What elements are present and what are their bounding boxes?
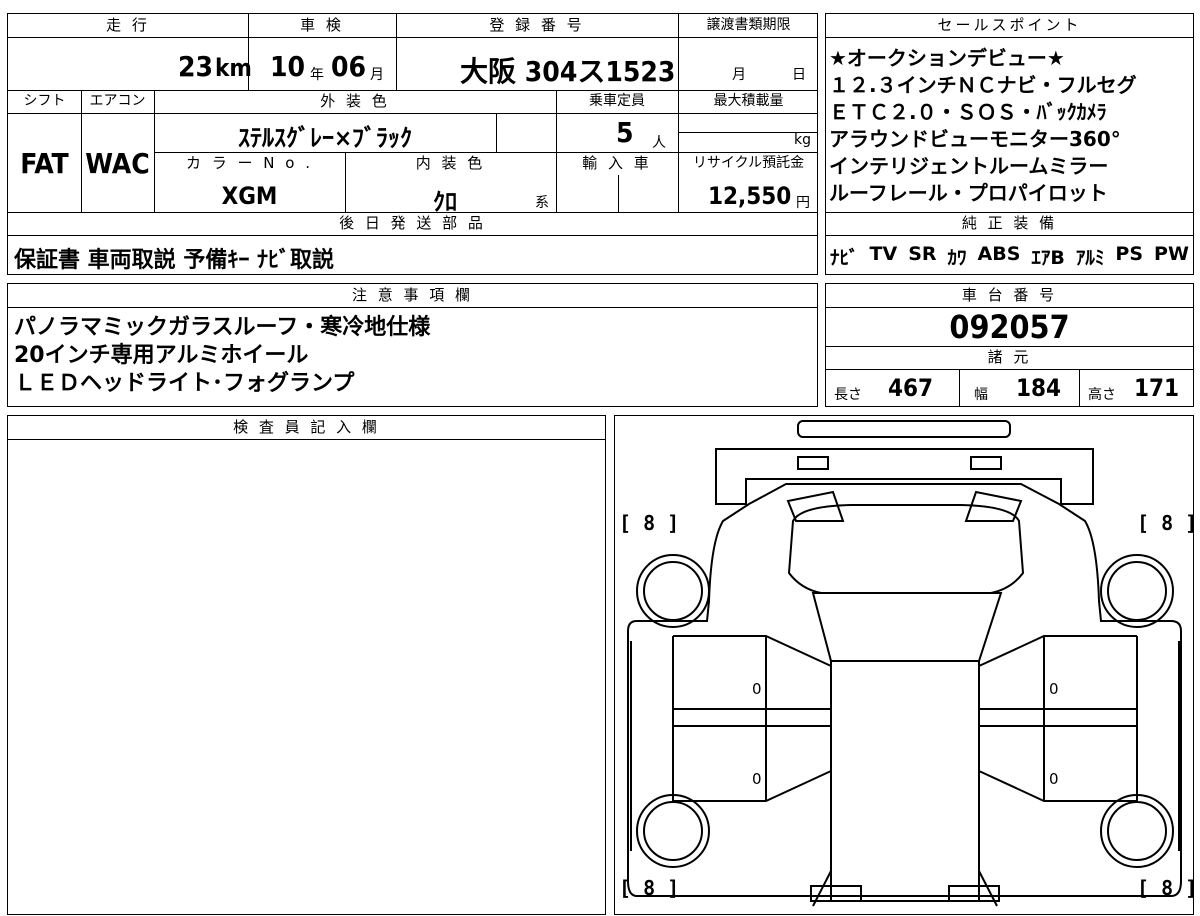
notes-line: パノラマミックガラスルーフ・寒冷地仕様 (14, 315, 431, 340)
equipment-label: 純 正 装 備 (961, 214, 1058, 232)
exterior-color-value: ｽﾃﾙｽｸﾞﾚｰ×ﾌﾞﾗｯｸ (237, 124, 413, 152)
door-fr-value: 0 (1049, 680, 1059, 698)
capacity-unit: 人 (652, 135, 666, 151)
sales-point-line: ＥＴＣ２.０・ＳＯＳ・ﾊﾞｯｸｶﾒﾗ (829, 100, 1107, 124)
registration-number: 大阪 304ス1523 (460, 55, 676, 88)
height-value: 171 (1134, 374, 1180, 402)
door-rr-value: 0 (1049, 770, 1059, 788)
shift-label: シフト (23, 93, 66, 109)
width-label: 幅 (974, 387, 988, 403)
month-unit: 月 (370, 67, 384, 83)
specs-label: 諸 元 (987, 348, 1032, 366)
tread-front-right: [ 8 ] (1137, 511, 1198, 535)
color-no-value: XGM (221, 182, 278, 210)
interior-color-label: 内 装 色 (415, 154, 486, 172)
tread-rear-left: [ 8 ] (619, 876, 680, 900)
sales-point-line: １２.３インチＮＣナビ・フルセグ (829, 73, 1137, 97)
equipment-list: ﾅﾋﾞ TV SR ｶﾜ ABS ｴｱB ｱﾙﾐ PS PW (830, 243, 1189, 270)
mileage-label: 走 行 (106, 16, 150, 34)
inspector-panel: 検 査 員 記 入 欄 (7, 415, 606, 915)
width-value: 184 (1016, 374, 1062, 402)
sales-point-line: ★オークションデビュー★ (829, 46, 1065, 70)
sales-points-panel: セールスポイント ★オークションデビュー★ １２.３インチＮＣナビ・フルセグ Ｅ… (825, 13, 1194, 275)
yen-unit: 円 (796, 195, 810, 211)
vehicle-info-table: 走 行 車 検 登 録 番 号 譲渡書類期限 23 km 10 年 06 月 大… (7, 13, 818, 275)
recycle-fee-value: 12,550 (708, 182, 792, 210)
equipment-item: ﾅﾋﾞ (830, 247, 859, 269)
deadline-day-unit: 日 (792, 67, 806, 83)
aircon-value: WAC (85, 147, 150, 180)
inspection-year: 10 (270, 50, 306, 83)
door-rl-value: 0 (752, 770, 762, 788)
sales-point-line: アラウンドビューモニター360° (829, 127, 1121, 151)
length-value: 467 (888, 374, 934, 402)
car-diagram (627, 420, 1182, 907)
notes-label: 注 意 事 項 欄 (351, 286, 474, 304)
chassis-number: 092057 (949, 308, 1070, 346)
length-label: 長さ (834, 387, 862, 403)
later-parts-label: 後 日 発 送 部 品 (339, 214, 486, 232)
inspector-label: 検 査 員 記 入 欄 (233, 418, 380, 436)
equipment-item: SR (908, 243, 937, 265)
interior-color-value: ｸﾛ (433, 188, 457, 216)
aircon-label: エアコン (89, 93, 146, 109)
car-diagram-panel: [ 8 ] [ 8 ] [ 8 ] [ 8 ] 0 0 0 0 (614, 415, 1198, 915)
sales-point-line: ルーフレール・プロパイロット (829, 181, 1108, 205)
sales-points-label: セールスポイント (937, 16, 1082, 34)
notes-panel: 注 意 事 項 欄 パノラマミックガラスルーフ・寒冷地仕様 20インチ専用アルミ… (7, 283, 818, 407)
equipment-item: TV (869, 243, 898, 265)
door-fl-value: 0 (752, 680, 762, 698)
deadline-month-unit: 月 (732, 67, 746, 83)
capacity-value: 5 (616, 116, 634, 149)
registration-label: 登 録 番 号 (489, 16, 585, 34)
equipment-item: PW (1154, 243, 1189, 265)
inspection-month: 06 (331, 50, 367, 83)
load-unit: kg (794, 132, 811, 148)
tread-front-left: [ 8 ] (619, 511, 680, 535)
notes-line: ＬＥＤヘッドライト･フォグランプ (14, 371, 355, 396)
later-parts-value: 保証書 車両取説 予備ｷｰ ﾅﾋﾞ取説 (14, 248, 334, 273)
notes-line: 20インチ専用アルミホイール (14, 343, 309, 368)
equipment-item: ｶﾜ (947, 247, 967, 269)
equipment-item: ｴｱB (1031, 247, 1065, 269)
shift-value: FAT (20, 147, 69, 180)
import-label: 輸 入 車 (582, 154, 652, 172)
transfer-deadline-label: 譲渡書類期限 (706, 17, 791, 33)
equipment-item: ABS (977, 243, 1021, 265)
mileage-unit: km (215, 54, 252, 82)
max-load-label: 最大積載量 (713, 93, 784, 109)
equipment-item: PS (1115, 243, 1144, 265)
interior-suffix: 系 (535, 195, 549, 211)
year-unit: 年 (310, 67, 324, 83)
equipment-item: ｱﾙﾐ (1075, 247, 1105, 269)
chassis-label: 車 台 番 号 (961, 286, 1058, 304)
height-label: 高さ (1088, 387, 1116, 403)
color-no-label: カ ラ ー N o . (185, 154, 313, 172)
recycle-label: リサイクル預託金 (692, 155, 805, 171)
inspection-label: 車 検 (300, 16, 344, 34)
capacity-label: 乗車定員 (589, 93, 645, 109)
exterior-color-label: 外 装 色 (320, 92, 390, 110)
sales-point-line: インテリジェントルームミラー (829, 154, 1109, 178)
chassis-panel: 車 台 番 号 092057 諸 元 長さ 467 幅 184 高さ 171 (825, 283, 1194, 407)
mileage-value: 23 (178, 50, 214, 83)
tread-rear-right: [ 8 ] (1137, 876, 1198, 900)
